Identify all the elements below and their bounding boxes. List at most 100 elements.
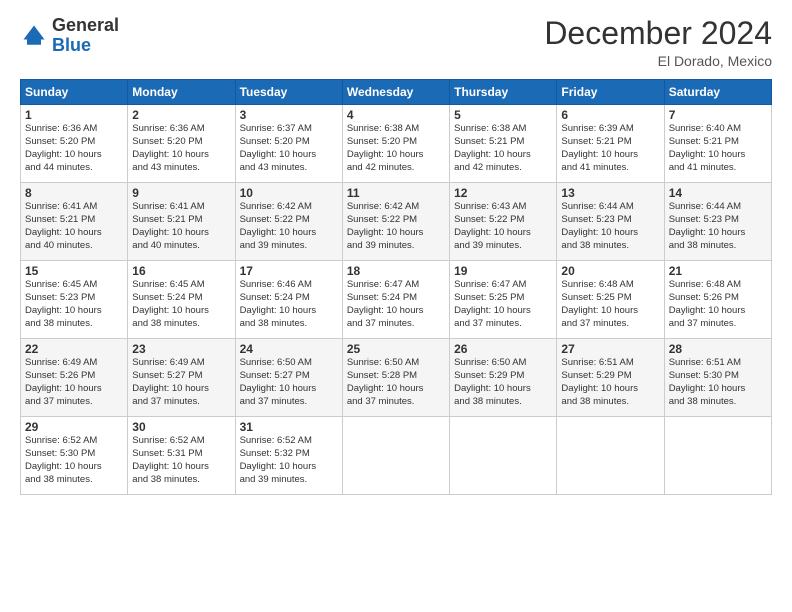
logo-blue: Blue (52, 36, 119, 56)
day-info: Sunrise: 6:46 AM Sunset: 5:24 PM Dayligh… (240, 279, 338, 330)
day-info: Sunrise: 6:44 AM Sunset: 5:23 PM Dayligh… (669, 201, 767, 252)
table-row (342, 417, 449, 495)
table-row: 20Sunrise: 6:48 AM Sunset: 5:25 PM Dayli… (557, 261, 664, 339)
table-row: 7Sunrise: 6:40 AM Sunset: 5:21 PM Daylig… (664, 105, 771, 183)
day-info: Sunrise: 6:50 AM Sunset: 5:29 PM Dayligh… (454, 357, 552, 408)
day-number: 1 (25, 108, 123, 122)
calendar-week-row: 29Sunrise: 6:52 AM Sunset: 5:30 PM Dayli… (21, 417, 772, 495)
day-number: 18 (347, 264, 445, 278)
table-row: 14Sunrise: 6:44 AM Sunset: 5:23 PM Dayli… (664, 183, 771, 261)
page: General Blue December 2024 El Dorado, Me… (0, 0, 792, 612)
table-row: 22Sunrise: 6:49 AM Sunset: 5:26 PM Dayli… (21, 339, 128, 417)
calendar-week-row: 22Sunrise: 6:49 AM Sunset: 5:26 PM Dayli… (21, 339, 772, 417)
logo: General Blue (20, 16, 119, 56)
day-info: Sunrise: 6:51 AM Sunset: 5:30 PM Dayligh… (669, 357, 767, 408)
day-info: Sunrise: 6:52 AM Sunset: 5:32 PM Dayligh… (240, 435, 338, 486)
day-number: 26 (454, 342, 552, 356)
day-number: 25 (347, 342, 445, 356)
table-row: 15Sunrise: 6:45 AM Sunset: 5:23 PM Dayli… (21, 261, 128, 339)
day-number: 4 (347, 108, 445, 122)
location: El Dorado, Mexico (544, 53, 772, 69)
day-info: Sunrise: 6:42 AM Sunset: 5:22 PM Dayligh… (347, 201, 445, 252)
day-info: Sunrise: 6:49 AM Sunset: 5:27 PM Dayligh… (132, 357, 230, 408)
day-number: 6 (561, 108, 659, 122)
table-row: 3Sunrise: 6:37 AM Sunset: 5:20 PM Daylig… (235, 105, 342, 183)
table-row: 25Sunrise: 6:50 AM Sunset: 5:28 PM Dayli… (342, 339, 449, 417)
day-info: Sunrise: 6:36 AM Sunset: 5:20 PM Dayligh… (25, 123, 123, 174)
table-row: 27Sunrise: 6:51 AM Sunset: 5:29 PM Dayli… (557, 339, 664, 417)
day-info: Sunrise: 6:48 AM Sunset: 5:25 PM Dayligh… (561, 279, 659, 330)
day-number: 5 (454, 108, 552, 122)
calendar-week-row: 8Sunrise: 6:41 AM Sunset: 5:21 PM Daylig… (21, 183, 772, 261)
day-info: Sunrise: 6:52 AM Sunset: 5:31 PM Dayligh… (132, 435, 230, 486)
table-row: 11Sunrise: 6:42 AM Sunset: 5:22 PM Dayli… (342, 183, 449, 261)
logo-icon (20, 22, 48, 50)
day-number: 20 (561, 264, 659, 278)
day-info: Sunrise: 6:37 AM Sunset: 5:20 PM Dayligh… (240, 123, 338, 174)
calendar-week-row: 15Sunrise: 6:45 AM Sunset: 5:23 PM Dayli… (21, 261, 772, 339)
table-row: 13Sunrise: 6:44 AM Sunset: 5:23 PM Dayli… (557, 183, 664, 261)
day-number: 7 (669, 108, 767, 122)
table-row: 31Sunrise: 6:52 AM Sunset: 5:32 PM Dayli… (235, 417, 342, 495)
day-number: 23 (132, 342, 230, 356)
table-row: 4Sunrise: 6:38 AM Sunset: 5:20 PM Daylig… (342, 105, 449, 183)
day-number: 29 (25, 420, 123, 434)
table-row: 17Sunrise: 6:46 AM Sunset: 5:24 PM Dayli… (235, 261, 342, 339)
col-tuesday: Tuesday (235, 80, 342, 105)
table-row: 6Sunrise: 6:39 AM Sunset: 5:21 PM Daylig… (557, 105, 664, 183)
calendar-week-row: 1Sunrise: 6:36 AM Sunset: 5:20 PM Daylig… (21, 105, 772, 183)
day-number: 31 (240, 420, 338, 434)
day-number: 14 (669, 186, 767, 200)
day-info: Sunrise: 6:41 AM Sunset: 5:21 PM Dayligh… (25, 201, 123, 252)
day-number: 22 (25, 342, 123, 356)
table-row (450, 417, 557, 495)
month-title: December 2024 (544, 16, 772, 51)
day-info: Sunrise: 6:42 AM Sunset: 5:22 PM Dayligh… (240, 201, 338, 252)
day-info: Sunrise: 6:36 AM Sunset: 5:20 PM Dayligh… (132, 123, 230, 174)
table-row (664, 417, 771, 495)
table-row: 26Sunrise: 6:50 AM Sunset: 5:29 PM Dayli… (450, 339, 557, 417)
day-info: Sunrise: 6:50 AM Sunset: 5:27 PM Dayligh… (240, 357, 338, 408)
day-info: Sunrise: 6:45 AM Sunset: 5:24 PM Dayligh… (132, 279, 230, 330)
day-number: 8 (25, 186, 123, 200)
day-info: Sunrise: 6:38 AM Sunset: 5:21 PM Dayligh… (454, 123, 552, 174)
day-info: Sunrise: 6:50 AM Sunset: 5:28 PM Dayligh… (347, 357, 445, 408)
table-row (557, 417, 664, 495)
table-row: 1Sunrise: 6:36 AM Sunset: 5:20 PM Daylig… (21, 105, 128, 183)
calendar-table: Sunday Monday Tuesday Wednesday Thursday… (20, 79, 772, 495)
day-number: 13 (561, 186, 659, 200)
header: General Blue December 2024 El Dorado, Me… (20, 16, 772, 69)
day-info: Sunrise: 6:40 AM Sunset: 5:21 PM Dayligh… (669, 123, 767, 174)
table-row: 29Sunrise: 6:52 AM Sunset: 5:30 PM Dayli… (21, 417, 128, 495)
day-number: 19 (454, 264, 552, 278)
day-number: 10 (240, 186, 338, 200)
day-info: Sunrise: 6:45 AM Sunset: 5:23 PM Dayligh… (25, 279, 123, 330)
day-number: 12 (454, 186, 552, 200)
table-row: 12Sunrise: 6:43 AM Sunset: 5:22 PM Dayli… (450, 183, 557, 261)
day-number: 11 (347, 186, 445, 200)
calendar-header-row: Sunday Monday Tuesday Wednesday Thursday… (21, 80, 772, 105)
day-info: Sunrise: 6:49 AM Sunset: 5:26 PM Dayligh… (25, 357, 123, 408)
title-area: December 2024 El Dorado, Mexico (544, 16, 772, 69)
table-row: 5Sunrise: 6:38 AM Sunset: 5:21 PM Daylig… (450, 105, 557, 183)
table-row: 16Sunrise: 6:45 AM Sunset: 5:24 PM Dayli… (128, 261, 235, 339)
day-number: 16 (132, 264, 230, 278)
logo-general: General (52, 16, 119, 36)
table-row: 9Sunrise: 6:41 AM Sunset: 5:21 PM Daylig… (128, 183, 235, 261)
day-info: Sunrise: 6:47 AM Sunset: 5:25 PM Dayligh… (454, 279, 552, 330)
day-number: 9 (132, 186, 230, 200)
day-number: 3 (240, 108, 338, 122)
day-info: Sunrise: 6:47 AM Sunset: 5:24 PM Dayligh… (347, 279, 445, 330)
col-friday: Friday (557, 80, 664, 105)
day-info: Sunrise: 6:38 AM Sunset: 5:20 PM Dayligh… (347, 123, 445, 174)
day-info: Sunrise: 6:51 AM Sunset: 5:29 PM Dayligh… (561, 357, 659, 408)
table-row: 18Sunrise: 6:47 AM Sunset: 5:24 PM Dayli… (342, 261, 449, 339)
col-monday: Monday (128, 80, 235, 105)
table-row: 21Sunrise: 6:48 AM Sunset: 5:26 PM Dayli… (664, 261, 771, 339)
day-number: 2 (132, 108, 230, 122)
table-row: 23Sunrise: 6:49 AM Sunset: 5:27 PM Dayli… (128, 339, 235, 417)
day-info: Sunrise: 6:48 AM Sunset: 5:26 PM Dayligh… (669, 279, 767, 330)
table-row: 28Sunrise: 6:51 AM Sunset: 5:30 PM Dayli… (664, 339, 771, 417)
table-row: 19Sunrise: 6:47 AM Sunset: 5:25 PM Dayli… (450, 261, 557, 339)
day-number: 30 (132, 420, 230, 434)
